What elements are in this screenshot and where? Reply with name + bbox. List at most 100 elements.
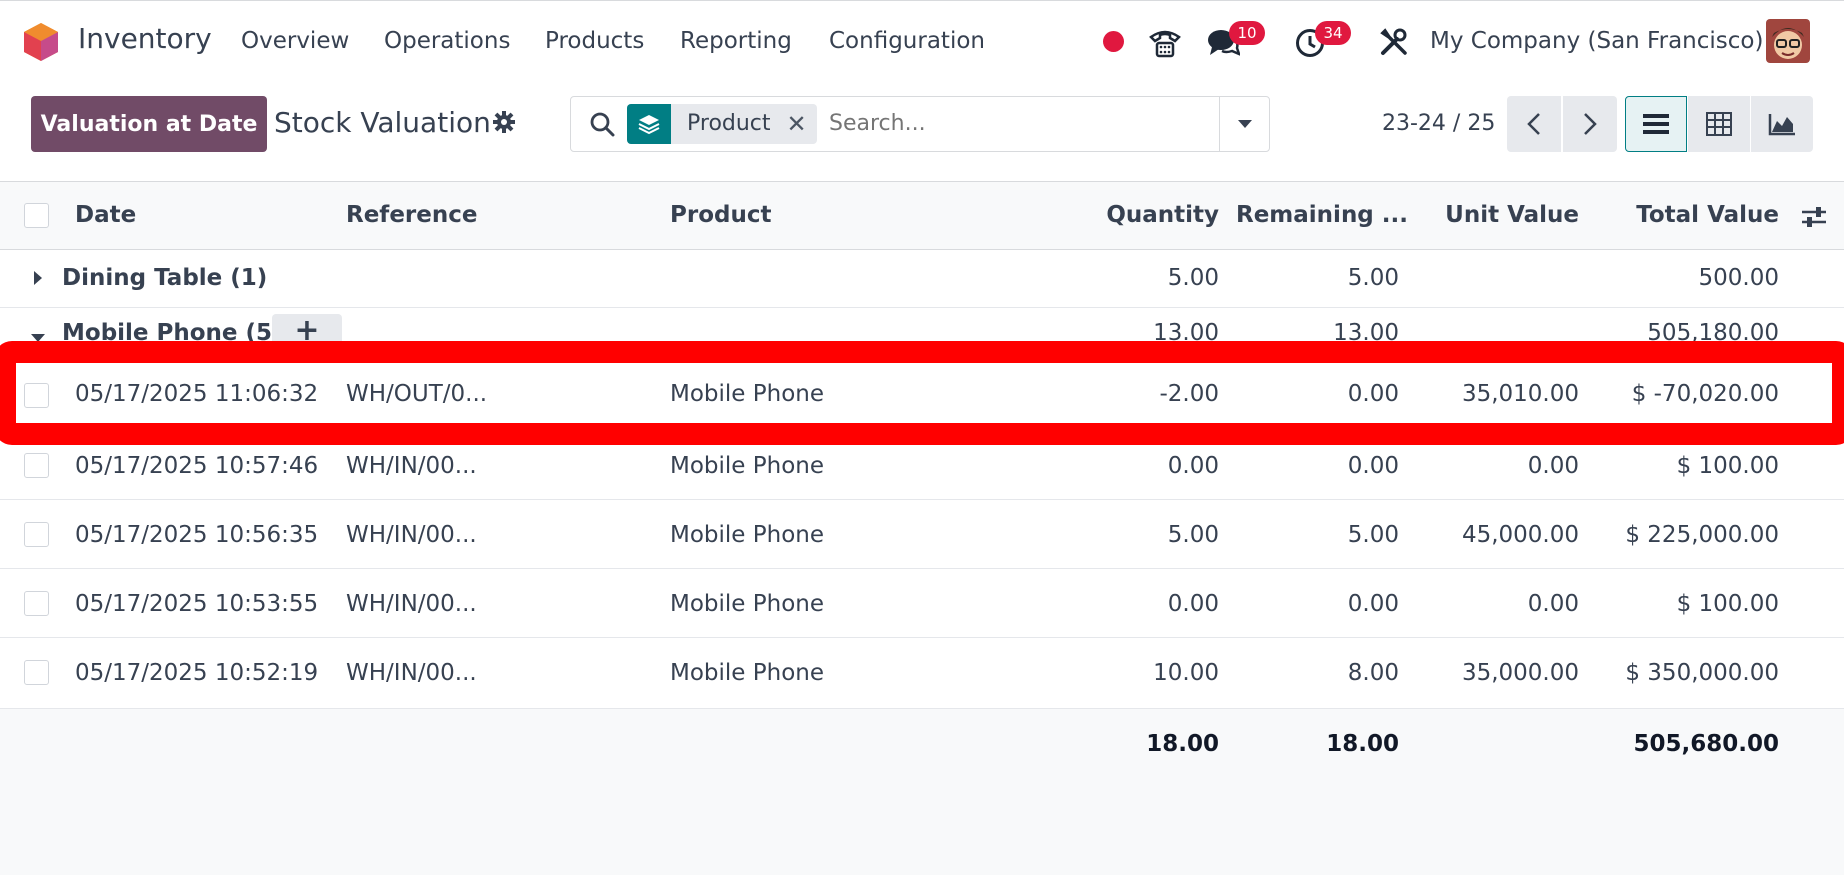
pager-previous-button[interactable] — [1507, 96, 1561, 152]
table-row[interactable]: 05/17/2025 10:56:35 WH/IN/00... Mobile P… — [0, 500, 1844, 569]
list-icon — [1643, 114, 1669, 134]
table-row[interactable]: 05/17/2025 10:52:19 WH/IN/00... Mobile P… — [0, 638, 1844, 709]
search-facet: Product ✕ — [627, 104, 817, 144]
cell-reference: WH/IN/00... — [346, 660, 477, 686]
cell-total-value: $ 100.00 — [1676, 591, 1779, 617]
gear-icon[interactable] — [492, 110, 516, 134]
cell-remaining: 5.00 — [1347, 522, 1399, 548]
search-input[interactable] — [829, 111, 1209, 136]
table-header: Date Reference Product Quantity Remainin… — [0, 181, 1844, 250]
menu-products[interactable]: Products — [545, 28, 644, 54]
pager-next-button[interactable] — [1563, 96, 1617, 152]
area-chart-icon — [1768, 114, 1795, 136]
cell-reference: WH/IN/00... — [346, 591, 477, 617]
group-quantity: 13.00 — [1153, 320, 1219, 346]
cell-reference: WH/OUT/0... — [346, 381, 488, 407]
cell-quantity: 10.00 — [1153, 660, 1219, 686]
total-value: 505,680.00 — [1633, 731, 1779, 757]
column-total-value[interactable]: Total Value — [1600, 202, 1779, 228]
cell-quantity: 0.00 — [1167, 453, 1219, 479]
graph-view-button[interactable] — [1751, 96, 1813, 152]
column-date[interactable]: Date — [75, 202, 136, 228]
cell-date: 05/17/2025 10:52:19 — [75, 660, 319, 686]
cell-reference: WH/IN/00... — [346, 453, 477, 479]
app-name[interactable]: Inventory — [78, 22, 212, 55]
group-label: Mobile Phone (5) — [62, 320, 283, 346]
status-dot-icon[interactable] — [1103, 31, 1124, 52]
cell-total-value: $ 100.00 — [1676, 453, 1779, 479]
layers-icon — [627, 104, 671, 144]
cell-remaining: 8.00 — [1347, 660, 1399, 686]
search-bar: Product ✕ — [570, 96, 1270, 152]
cell-unit-value: 0.00 — [1527, 591, 1579, 617]
table-footer: 18.00 18.00 505,680.00 — [0, 709, 1844, 875]
group-remaining: 5.00 — [1347, 265, 1399, 291]
facet-label: Product — [687, 111, 771, 136]
cell-date: 05/17/2025 10:57:46 — [75, 453, 319, 479]
cell-date: 05/17/2025 10:53:55 — [75, 591, 319, 617]
cell-quantity: 0.00 — [1167, 591, 1219, 617]
cell-quantity: -2.00 — [1159, 381, 1219, 407]
table-row[interactable]: 05/17/2025 11:06:32 WH/OUT/0... Mobile P… — [0, 360, 1844, 431]
table-row[interactable]: 05/17/2025 10:53:55 WH/IN/00... Mobile P… — [0, 569, 1844, 638]
column-settings-icon[interactable] — [1800, 205, 1828, 229]
cell-unit-value: 35,010.00 — [1461, 381, 1579, 407]
cell-remaining: 0.00 — [1347, 381, 1399, 407]
caret-down-icon — [1238, 119, 1252, 128]
company-switcher[interactable]: My Company (San Francisco) — [1430, 28, 1763, 54]
row-checkbox[interactable] — [24, 591, 49, 616]
group-remaining: 13.00 — [1333, 320, 1399, 346]
add-record-button[interactable]: + — [272, 314, 342, 350]
column-product[interactable]: Product — [670, 202, 771, 228]
column-quantity[interactable]: Quantity — [1100, 202, 1219, 228]
chevron-right-icon — [1584, 113, 1597, 135]
group-quantity: 5.00 — [1167, 265, 1219, 291]
menu-configuration[interactable]: Configuration — [829, 28, 985, 54]
phone-icon[interactable] — [1148, 25, 1182, 59]
row-checkbox[interactable] — [24, 453, 49, 478]
page-title[interactable]: Stock Valuation — [274, 106, 491, 139]
menu-operations[interactable]: Operations — [384, 28, 510, 54]
row-checkbox[interactable] — [24, 383, 49, 408]
menu-reporting[interactable]: Reporting — [680, 28, 792, 54]
app-logo-icon[interactable] — [22, 21, 60, 63]
pivot-view-button[interactable] — [1688, 96, 1750, 152]
cell-unit-value: 0.00 — [1527, 453, 1579, 479]
row-checkbox[interactable] — [24, 522, 49, 547]
cell-total-value: $ 350,000.00 — [1625, 660, 1779, 686]
list-view-button[interactable] — [1625, 96, 1687, 152]
table-row[interactable]: 05/17/2025 10:57:46 WH/IN/00... Mobile P… — [0, 431, 1844, 500]
cell-date: 05/17/2025 11:06:32 — [75, 381, 319, 407]
tools-icon[interactable] — [1379, 27, 1409, 57]
group-total: 505,180.00 — [1647, 320, 1779, 346]
column-remaining[interactable]: Remaining ... — [1236, 202, 1408, 228]
menu-overview[interactable]: Overview — [241, 28, 349, 54]
column-reference[interactable]: Reference — [346, 202, 477, 228]
cell-unit-value: 45,000.00 — [1461, 522, 1579, 548]
cell-total-value: $ 225,000.00 — [1625, 522, 1779, 548]
chevron-left-icon — [1527, 113, 1540, 135]
close-icon[interactable]: ✕ — [787, 104, 817, 144]
cell-product: Mobile Phone — [670, 453, 825, 479]
group-row-dining-table[interactable]: Dining Table (1) 5.00 5.00 500.00 — [0, 250, 1844, 308]
cell-total-value: $ -70,020.00 — [1631, 381, 1779, 407]
cell-date: 05/17/2025 10:56:35 — [75, 522, 319, 548]
cell-unit-value: 35,000.00 — [1461, 660, 1579, 686]
avatar[interactable] — [1766, 19, 1810, 63]
row-checkbox[interactable] — [24, 660, 49, 685]
search-options-toggle[interactable] — [1219, 97, 1270, 151]
cell-product: Mobile Phone — [670, 381, 825, 407]
total-remaining: 18.00 — [1326, 731, 1399, 757]
pager-value[interactable]: 23-24 / 25 — [1382, 111, 1495, 136]
cell-quantity: 5.00 — [1167, 522, 1219, 548]
cell-reference: WH/IN/00... — [346, 522, 477, 548]
messages-badge: 10 — [1229, 21, 1265, 45]
total-quantity: 18.00 — [1146, 731, 1219, 757]
select-all-checkbox[interactable] — [24, 203, 49, 228]
group-total: 500.00 — [1698, 265, 1779, 291]
column-unit-value[interactable]: Unit Value — [1420, 202, 1579, 228]
search-icon[interactable] — [589, 111, 615, 137]
cell-remaining: 0.00 — [1347, 591, 1399, 617]
cell-product: Mobile Phone — [670, 660, 825, 686]
valuation-at-date-button[interactable]: Valuation at Date — [31, 96, 267, 152]
